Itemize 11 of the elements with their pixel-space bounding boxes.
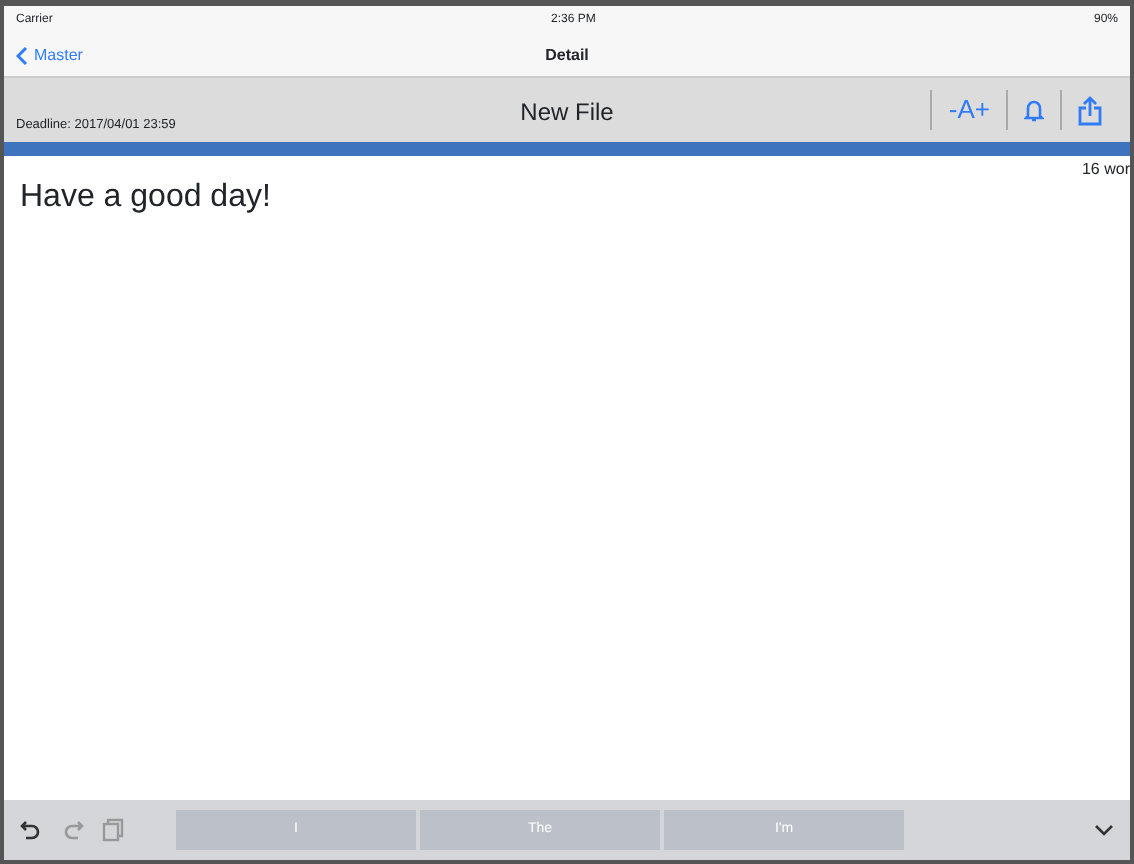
font-size-button[interactable]: -A+ [930, 90, 1006, 130]
file-title: New File [520, 96, 614, 130]
nav-title: Detail [545, 43, 589, 67]
clipboard-icon[interactable] [100, 818, 124, 842]
back-button[interactable]: Master [16, 43, 83, 67]
undo-icon[interactable] [20, 818, 44, 842]
chevron-down-icon[interactable] [1094, 824, 1114, 836]
redo-icon[interactable] [60, 818, 84, 842]
share-icon [1078, 95, 1102, 125]
bell-icon [1024, 97, 1044, 123]
chevron-left-icon [16, 45, 28, 65]
